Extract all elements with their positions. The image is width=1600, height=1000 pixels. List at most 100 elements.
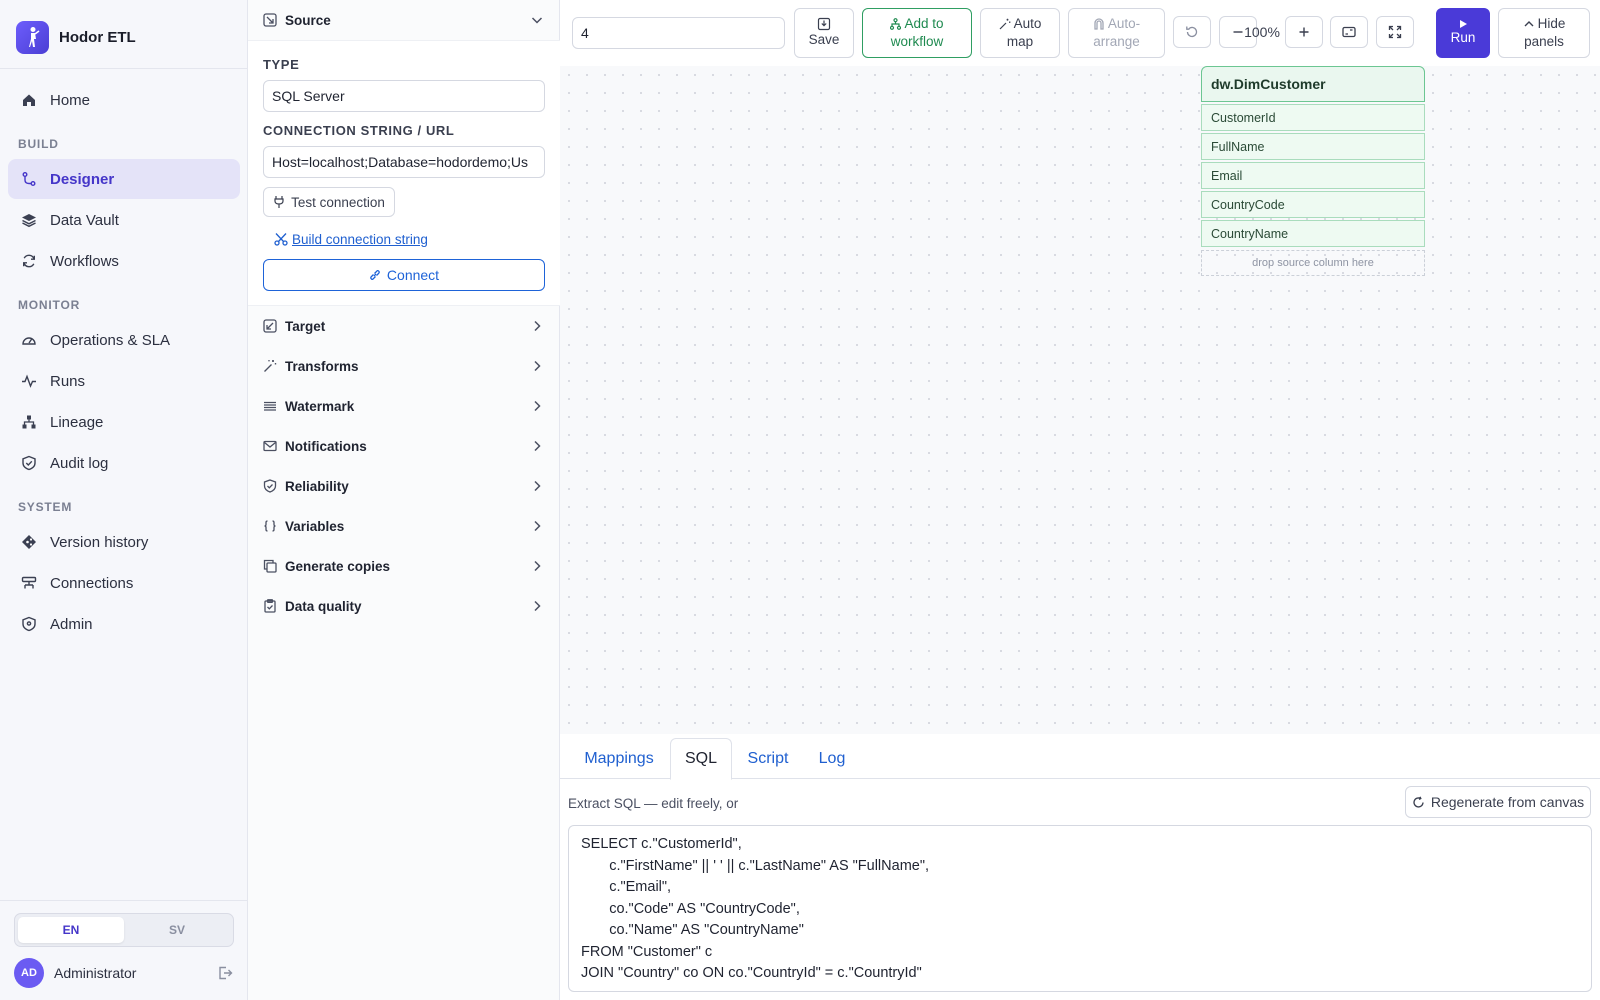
source-icon (263, 13, 277, 27)
type-select[interactable]: SQL Server (263, 80, 545, 112)
activity-icon (20, 372, 38, 390)
logout-icon[interactable] (216, 964, 234, 982)
sql-editor[interactable]: SELECT c."CustomerId", c."FirstName" || … (568, 825, 1592, 992)
tab-mappings[interactable]: Mappings (568, 738, 670, 779)
toolbar: Save Add to workflow Auto map Auto- arra… (560, 0, 1600, 66)
node-column-countrycode[interactable]: CountryCode (1201, 191, 1425, 218)
app-name: Hodor ETL (59, 28, 136, 46)
nav-version-history[interactable]: Version history (8, 522, 240, 562)
node-column-customerid[interactable]: CustomerId (1201, 104, 1425, 131)
bottom-tabs: Mappings SQL Script Log (560, 734, 1600, 780)
nav-runs[interactable]: Runs (8, 361, 240, 401)
nav-workflows[interactable]: Workflows (8, 241, 240, 281)
shield-check-icon (263, 479, 277, 493)
section-watermark-header[interactable]: Watermark (248, 386, 560, 426)
test-connection-button[interactable]: Test connection (263, 187, 395, 217)
section-transforms-header[interactable]: Transforms (248, 346, 560, 386)
nav-home-label: Home (50, 91, 91, 109)
run-button[interactable]: Run (1436, 8, 1490, 58)
nav-lineage[interactable]: Lineage (8, 402, 240, 442)
refresh-icon (20, 252, 38, 270)
tab-script[interactable]: Script (732, 738, 804, 779)
save-label: Save (808, 32, 840, 47)
nav-runs-label: Runs (50, 372, 86, 390)
nav-data-vault[interactable]: Data Vault (8, 200, 240, 240)
brand[interactable]: Hodor ETL (16, 20, 136, 54)
section-notifications-header[interactable]: Notifications (248, 426, 560, 466)
designer-canvas[interactable]: dw.DimCustomer CustomerId FullName Email… (560, 66, 1600, 734)
node-title[interactable]: dw.DimCustomer (1201, 66, 1425, 102)
section-build: BUILD (18, 137, 59, 151)
reset-view-button[interactable] (1173, 16, 1211, 48)
tab-log[interactable]: Log (804, 738, 860, 779)
section-data-quality-header[interactable]: Data quality (248, 586, 560, 626)
avatar[interactable]: AD (14, 958, 44, 988)
target-table-node[interactable]: dw.DimCustomer CustomerId FullName Email… (1201, 66, 1425, 276)
fit-view-button[interactable] (1330, 16, 1368, 48)
section-target-title: Target (285, 318, 326, 334)
section-variables-header[interactable]: Variables (248, 506, 560, 546)
step-name-input[interactable] (572, 17, 785, 49)
save-button[interactable]: Save (794, 8, 854, 58)
connect-label: Connect (386, 267, 440, 283)
nav-designer[interactable]: Designer (8, 159, 240, 199)
shield-check-icon (20, 454, 38, 472)
nav-designer-label: Designer (50, 170, 115, 188)
connect-button[interactable]: Connect (263, 259, 545, 291)
magic-wand-icon (999, 18, 1011, 30)
mail-icon (263, 439, 277, 453)
drop-zone[interactable]: drop source column here (1201, 250, 1425, 276)
section-notifications-title: Notifications (285, 438, 367, 454)
section-reliability-header[interactable]: Reliability (248, 466, 560, 506)
zoom-in-button[interactable] (1285, 16, 1323, 48)
auto-map-label-1: Auto (1013, 16, 1042, 31)
section-source-title: Source (285, 12, 331, 28)
regenerate-label: Regenerate from canvas (1430, 794, 1585, 810)
watermark-lines-icon (263, 399, 277, 413)
nav-data-vault-label: Data Vault (50, 211, 119, 229)
section-target-header[interactable]: Target (248, 306, 560, 346)
clipboard-check-icon (263, 599, 277, 613)
auto-arrange-button[interactable]: Auto- arrange (1068, 8, 1165, 58)
user-profile: AD Administrator (14, 958, 234, 988)
section-system: SYSTEM (18, 500, 73, 514)
node-column-countryname[interactable]: CountryName (1201, 220, 1425, 247)
home-icon (20, 91, 38, 109)
node-column-email[interactable]: Email (1201, 162, 1425, 189)
nav-lineage-label: Lineage (50, 413, 104, 431)
nav-home[interactable]: Home (8, 80, 240, 120)
nav-admin[interactable]: Admin (8, 604, 240, 644)
fullscreen-button[interactable] (1376, 16, 1414, 48)
chevron-down-icon (530, 13, 544, 27)
language-switch: EN SV (14, 913, 234, 947)
language-sv[interactable]: SV (124, 917, 230, 943)
add-to-workflow-button[interactable]: Add to workflow (862, 8, 972, 58)
sidebar: Hodor ETL Home BUILD Designer Data Vault… (0, 0, 248, 1000)
source-body: TYPE SQL Server CONNECTION STRING / URL … (248, 40, 560, 306)
section-source-header[interactable]: Source (248, 0, 560, 40)
node-column-fullname[interactable]: FullName (1201, 133, 1425, 160)
chevron-right-icon (530, 319, 544, 333)
nav-connections[interactable]: Connections (8, 563, 240, 603)
braces-icon (263, 519, 277, 533)
hide-panels-button[interactable]: Hide panels (1498, 8, 1590, 58)
regenerate-from-canvas-button[interactable]: Regenerate from canvas (1405, 786, 1591, 818)
language-en[interactable]: EN (18, 917, 124, 943)
divider (0, 68, 248, 69)
section-generate-copies-title: Generate copies (285, 558, 391, 574)
divider (0, 900, 248, 901)
bottom-panel: Mappings SQL Script Log Extract SQL — ed… (560, 734, 1600, 1000)
build-connection-string-link[interactable]: Build connection string (274, 229, 428, 249)
connection-string-input[interactable] (263, 146, 545, 178)
nav-operations-sla-label: Operations & SLA (50, 331, 171, 349)
section-generate-copies-header[interactable]: Generate copies (248, 546, 560, 586)
auto-map-button[interactable]: Auto map (980, 8, 1060, 58)
nav-audit-log[interactable]: Audit log (8, 443, 240, 483)
tab-sql[interactable]: SQL (670, 738, 732, 780)
nav-operations-sla[interactable]: Operations & SLA (8, 320, 240, 360)
run-label: Run (1450, 30, 1476, 45)
auto-arrange-label-2: arrange (1093, 34, 1140, 49)
add-to-workflow-label-1: Add to (904, 16, 944, 31)
fit-screen-icon (1342, 25, 1356, 39)
gauge-icon (20, 331, 38, 349)
